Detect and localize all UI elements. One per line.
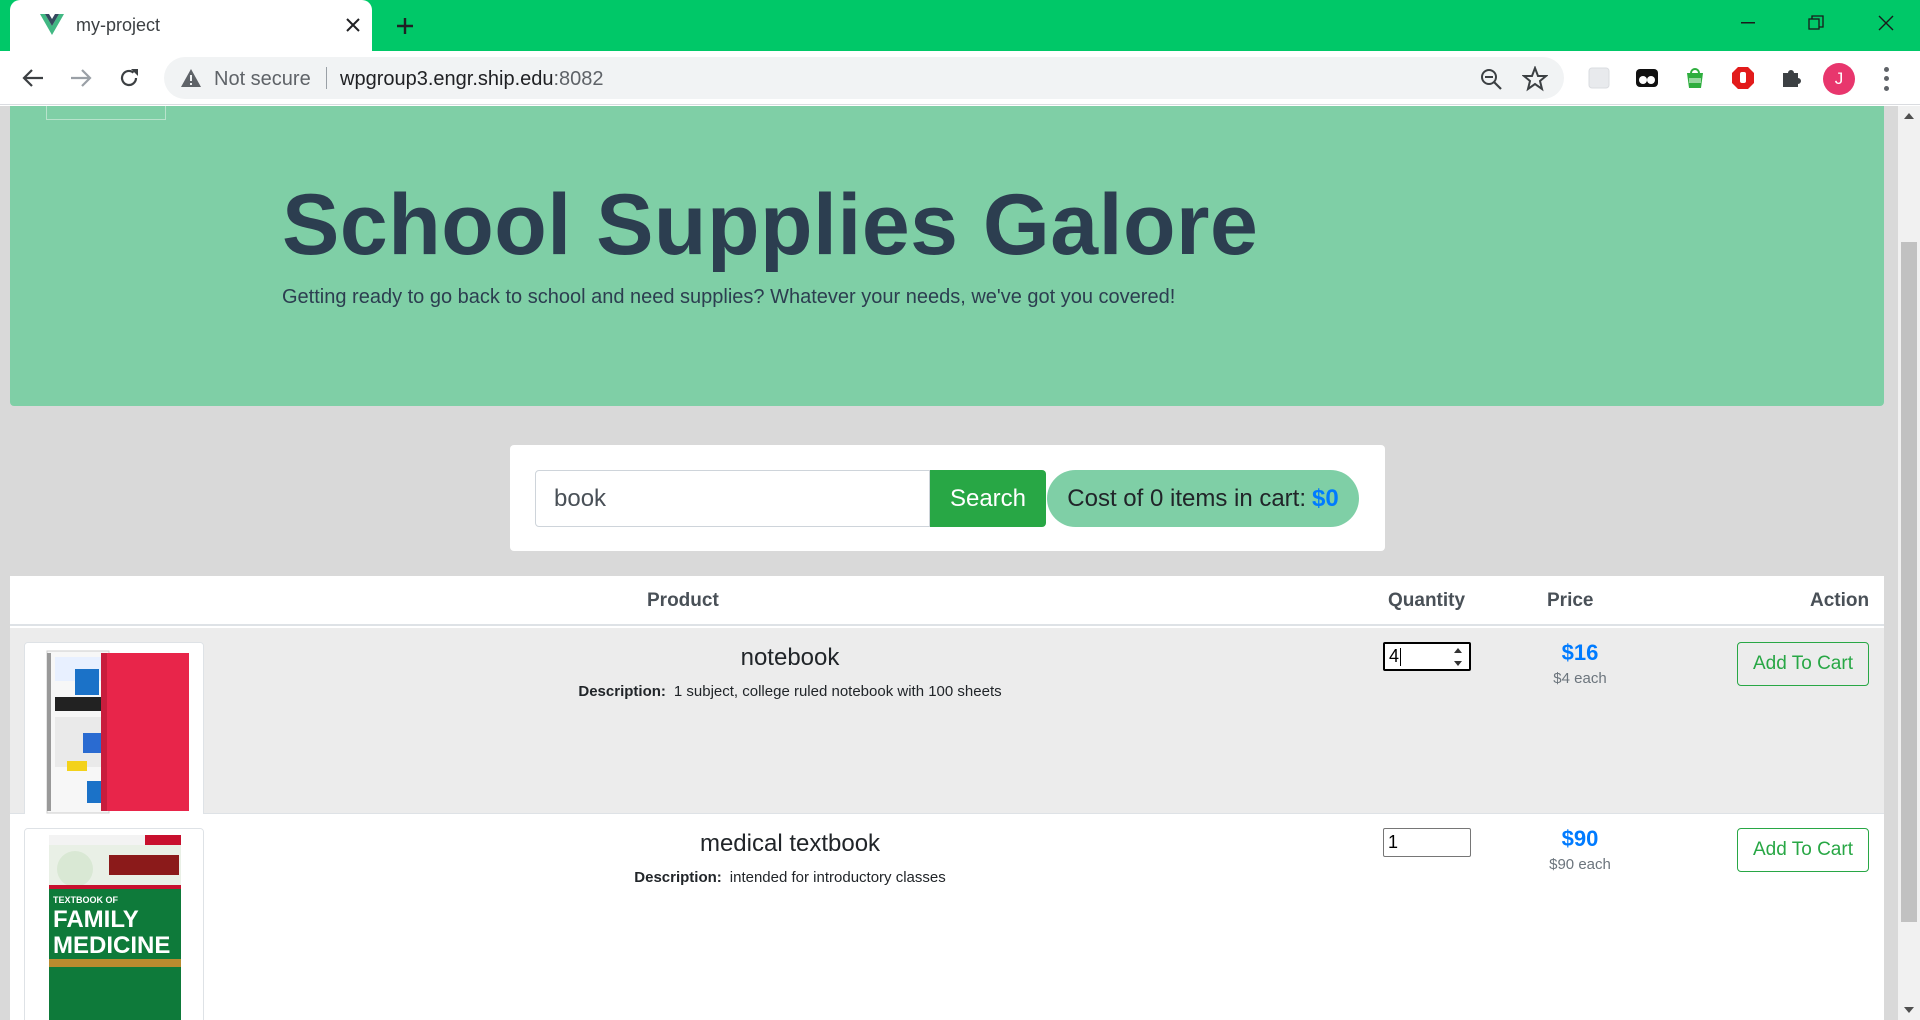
product-name: medical textbook xyxy=(699,830,881,857)
page-scrollbar[interactable] xyxy=(1898,106,1920,1020)
avg-extension-icon[interactable] xyxy=(1682,65,1708,91)
url-text[interactable]: wpgroup3.engr.ship.edu:8082 xyxy=(340,68,604,91)
table-header: Product Quantity Price Action xyxy=(10,576,1884,626)
quantity-value: 1 xyxy=(1388,832,1399,852)
profile-avatar[interactable]: J xyxy=(1823,63,1855,95)
cover-line-1: TEXTBOOK OF xyxy=(53,895,119,905)
not-secure-label[interactable]: Not secure xyxy=(214,68,311,91)
product-description: Description: 1 subject, college ruled not… xyxy=(440,683,1140,700)
close-tab-icon[interactable] xyxy=(340,12,366,38)
cover-line-2: FAMILY xyxy=(53,906,139,933)
add-to-cart-button[interactable]: Add To Cart xyxy=(1737,828,1869,872)
window-close-icon[interactable] xyxy=(1866,8,1906,38)
browser-menu-icon[interactable] xyxy=(1876,65,1896,93)
quantity-stepper[interactable]: 1 xyxy=(1383,828,1471,857)
product-description: Description: intended for introductory cl… xyxy=(440,869,1140,886)
product-name: notebook xyxy=(740,644,840,671)
textbook-image: TEXTBOOK OF FAMILY MEDICINE xyxy=(24,828,204,1020)
back-arrow-icon[interactable] xyxy=(18,63,48,93)
scroll-down-arrow-icon[interactable] xyxy=(1903,1004,1915,1016)
page-subtitle: Getting ready to go back to school and n… xyxy=(282,286,1176,308)
warning-icon xyxy=(181,69,201,87)
extension-puzzle-gray-icon[interactable] xyxy=(1586,65,1612,91)
scroll-up-arrow-icon[interactable] xyxy=(1903,110,1915,122)
unit-price: $4 each xyxy=(1553,670,1607,687)
cart-summary[interactable]: Cost of 0 items in cart: $0 xyxy=(1047,470,1359,527)
browser-tabstrip: my-project xyxy=(0,0,1920,51)
description-label: Description: xyxy=(578,683,666,700)
tab-title: my-project xyxy=(76,15,161,35)
page-title: School Supplies Galore xyxy=(282,177,1259,273)
browser-toolbar: Not secure wpgroup3.engr.ship.edu:8082 J xyxy=(0,51,1920,105)
address-separator xyxy=(326,67,327,89)
add-to-cart-button[interactable]: Add To Cart xyxy=(1737,642,1869,686)
spinner-arrows-icon[interactable] xyxy=(1453,648,1463,666)
description-text: intended for introductory classes xyxy=(729,869,946,886)
cover-line-3: MEDICINE xyxy=(53,932,170,959)
header-price: Price xyxy=(1547,590,1594,611)
cart-total: $0 xyxy=(1312,484,1339,512)
address-bar[interactable]: Not secure wpgroup3.engr.ship.edu:8082 xyxy=(164,57,1564,99)
vue-logo-icon xyxy=(40,14,64,35)
minimize-icon[interactable] xyxy=(1728,8,1768,38)
notebook-image xyxy=(24,642,204,820)
new-tab-icon[interactable] xyxy=(390,11,420,41)
quantity-stepper[interactable]: 4 xyxy=(1383,642,1471,671)
forward-arrow-icon[interactable] xyxy=(66,63,96,93)
logo-placeholder xyxy=(46,106,166,120)
description-text: 1 subject, college ruled notebook with 1… xyxy=(673,683,1002,700)
reload-icon[interactable] xyxy=(114,63,144,93)
product-total-price: $16 xyxy=(1561,640,1599,665)
cart-summary-label: Cost of 0 items in cart: xyxy=(1067,484,1307,512)
search-panel: Search Cost of 0 items in cart: $0 xyxy=(510,445,1385,551)
hero-banner: School Supplies Galore Getting ready to … xyxy=(10,106,1884,406)
table-row: TEXTBOOK OF FAMILY MEDICINE medical text… xyxy=(10,814,1884,1020)
product-total-price: $90 xyxy=(1561,826,1599,851)
unit-price: $90 each xyxy=(1549,856,1611,873)
page-viewport: School Supplies Galore Getting ready to … xyxy=(0,106,1898,1020)
url-port: :8082 xyxy=(553,68,604,90)
extensions-puzzle-icon[interactable] xyxy=(1778,65,1804,91)
description-label: Description: xyxy=(634,869,722,886)
header-quantity: Quantity xyxy=(1388,590,1466,611)
search-button[interactable]: Search xyxy=(930,470,1046,527)
adblock-hand-icon[interactable] xyxy=(1730,65,1756,91)
bookmark-star-icon[interactable] xyxy=(1522,66,1548,92)
product-table: Product Quantity Price Action notebook D… xyxy=(10,576,1884,1020)
header-product: Product xyxy=(647,590,719,611)
header-action: Action xyxy=(1810,590,1870,611)
table-row: notebook Description: 1 subject, college … xyxy=(10,628,1884,820)
browser-tab[interactable]: my-project xyxy=(10,0,372,51)
zoom-out-icon[interactable] xyxy=(1478,66,1504,92)
extension-glasses-icon[interactable] xyxy=(1634,65,1660,91)
quantity-value: 4 xyxy=(1389,646,1400,666)
search-input[interactable] xyxy=(535,470,930,527)
restore-icon[interactable] xyxy=(1796,8,1836,38)
url-host: wpgroup3.engr.ship.edu xyxy=(340,68,554,90)
scrollbar-thumb[interactable] xyxy=(1901,242,1917,922)
